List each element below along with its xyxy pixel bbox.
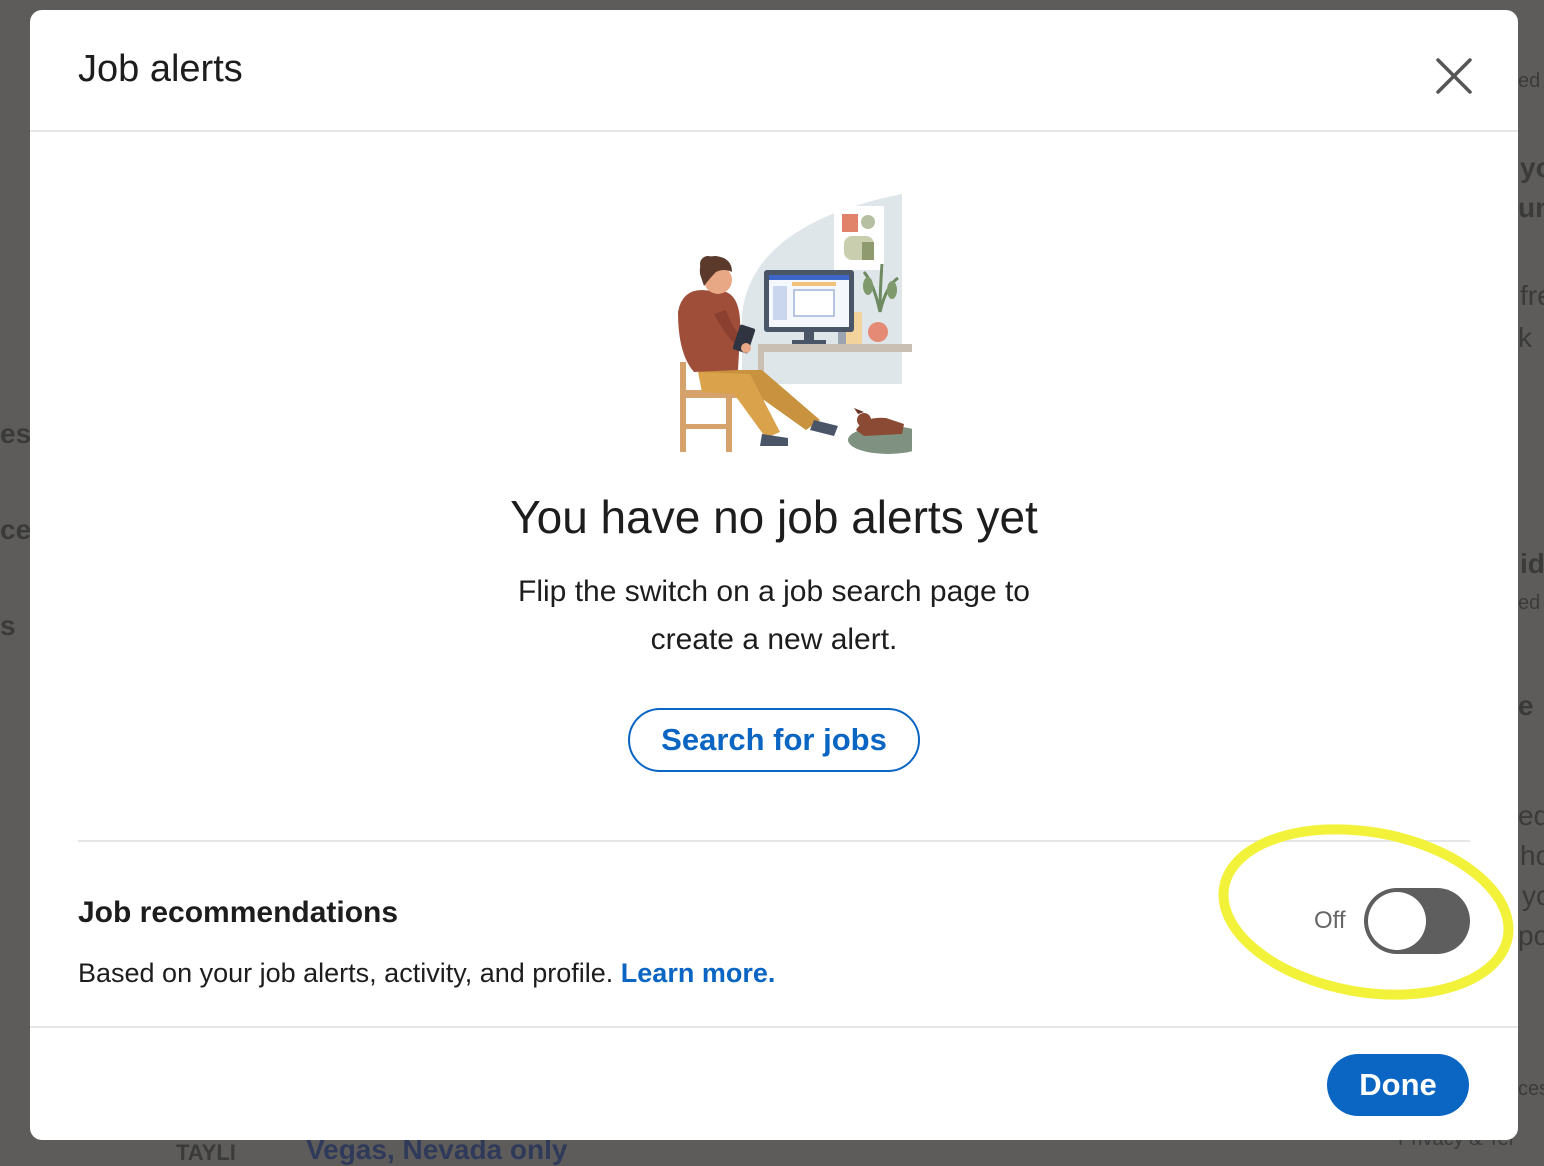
bg-text: id [1520, 548, 1544, 579]
done-button[interactable]: Done [1327, 1054, 1469, 1116]
bg-text: ed [1518, 800, 1544, 831]
dialog-footer: Done [30, 1026, 1518, 1140]
search-for-jobs-button[interactable]: Search for jobs [628, 708, 920, 772]
bg-text: ho [1520, 840, 1544, 871]
bg-text: ed [1518, 70, 1541, 92]
job-recommendations-title: Job recommendations [78, 896, 399, 929]
dialog-header: Job alerts [30, 10, 1518, 132]
dialog-title: Job alerts [78, 48, 243, 90]
bg-text: ces [1518, 1078, 1544, 1100]
toggle-state-label: Off [1314, 907, 1346, 934]
job-recommendations-text: Based on your job alerts, activity, and … [78, 958, 614, 988]
bg-text: fre [1520, 280, 1544, 311]
learn-more-link[interactable]: Learn more. [621, 958, 776, 988]
bg-text: k → [1518, 322, 1544, 353]
bg-text: yo [1522, 880, 1544, 911]
close-button[interactable] [1426, 48, 1482, 104]
section-divider [78, 840, 1470, 842]
bg-logo-text: TAYLI [176, 1140, 236, 1165]
bg-text: uni [1518, 192, 1544, 223]
bg-text: po [1518, 920, 1544, 951]
bg-text: yo [1520, 152, 1544, 183]
job-alerts-dialog: Job alerts You have no job alerts yet Fl… [30, 10, 1518, 1140]
job-recommendations-description: Based on your job alerts, activity, and … [78, 958, 775, 989]
toggle-knob [1368, 892, 1426, 950]
empty-state-title: You have no job alerts yet [510, 491, 1038, 543]
bg-text: s [0, 610, 16, 641]
bg-text: ce [0, 514, 32, 545]
close-icon [1436, 58, 1472, 94]
bg-text: e [1518, 690, 1534, 721]
person-at-desk-illustration [642, 194, 934, 454]
bg-text: ed [1518, 592, 1541, 614]
empty-state-description: Flip the switch on a job search page to … [518, 575, 1030, 656]
job-recommendations-toggle[interactable] [1364, 888, 1470, 954]
